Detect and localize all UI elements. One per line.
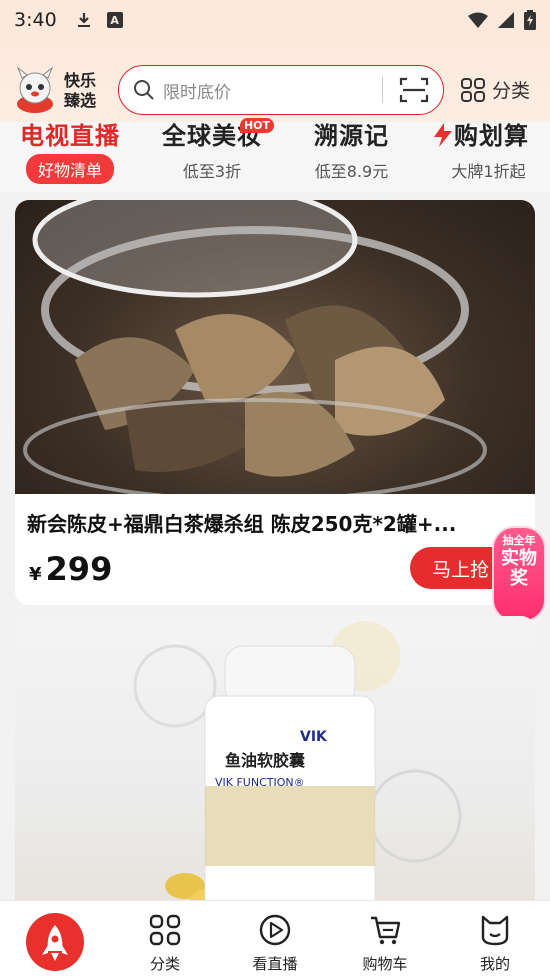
status-bar: 3:40 A: [0, 0, 550, 40]
prize-badge-top: 抽全年: [502, 534, 536, 547]
status-time: 3:40: [14, 9, 57, 31]
product-image[interactable]: VIK 鱼油软胶囊 VIK FUNCTION®: [15, 616, 535, 916]
category-label: 分类: [492, 80, 531, 102]
notification-a-icon: A: [106, 12, 123, 28]
scan-icon[interactable]: [399, 76, 429, 104]
category-button[interactable]: 分类: [460, 76, 530, 103]
channel-tv-live[interactable]: 电视直播 好物清单: [20, 122, 120, 184]
app-logo[interactable]: 快乐臻选: [10, 66, 104, 116]
search-icon: [134, 80, 154, 100]
nav-profile[interactable]: 我的: [440, 901, 550, 979]
channel-title: 购划算: [432, 122, 529, 150]
channel-sub: 低至8.9元: [314, 162, 389, 181]
package-name: 鱼油软胶囊: [225, 751, 306, 770]
nav-label: 分类: [149, 955, 180, 973]
grid-icon: [149, 914, 181, 946]
hot-badge: HOT: [239, 118, 274, 133]
product-image[interactable]: [15, 200, 535, 494]
nav-category[interactable]: 分类: [110, 901, 220, 979]
battery-icon: [524, 10, 536, 30]
package-brand: VIK: [300, 729, 328, 745]
price-row: ¥ 299: [29, 550, 112, 588]
jar-of-tangerine-peel-icon: [23, 200, 487, 494]
product-card[interactable]: VIK 鱼油软胶囊 VIK FUNCTION®: [15, 616, 535, 916]
channel-sub: 好物清单: [25, 154, 114, 184]
channel-title: 电视直播: [20, 122, 120, 150]
nav-home[interactable]: [26, 913, 84, 971]
product-card[interactable]: 新会陈皮+福鼎白茶爆杀组 陈皮250克*2罐+... ¥ 299 马上抢: [15, 200, 535, 605]
bolt-icon: [434, 123, 452, 147]
channel-sub: 大牌1折起: [451, 162, 526, 181]
search-divider: [382, 77, 383, 103]
wifi-icon: [468, 12, 488, 28]
search-placeholder: 限时底价: [163, 82, 231, 103]
channel-bargain[interactable]: 购划算 大牌1折起: [432, 122, 529, 182]
channel-sub: 低至3折: [182, 162, 242, 181]
channel-title: 溯源记: [314, 122, 389, 150]
nav-live[interactable]: 看直播: [220, 901, 330, 979]
search-box[interactable]: 限时底价: [118, 65, 444, 115]
channel-row: 电视直播 好物清单 全球美妆 HOT 低至3折 溯源记 低至8.9元 购划算 大…: [0, 118, 550, 192]
package-sub: VIK FUNCTION®: [215, 776, 305, 789]
cat-face-icon: [481, 915, 509, 946]
signal-icon: [498, 12, 514, 28]
nav-cart[interactable]: 购物车: [330, 901, 440, 979]
play-icon: [259, 914, 291, 946]
rocket-icon: [42, 925, 68, 961]
product-title: 新会陈皮+福鼎白茶爆杀组 陈皮250克*2罐+...: [27, 512, 457, 536]
nav-label: 我的: [479, 955, 510, 973]
channel-global-beauty[interactable]: 全球美妆 HOT 低至3折: [162, 118, 274, 182]
channel-title-text: 购划算: [454, 122, 529, 150]
prize-badge-main: 实物奖: [501, 548, 537, 589]
fish-oil-bottle-image: VIK 鱼油软胶囊 VIK FUNCTION®: [133, 621, 462, 916]
cart-icon: [371, 916, 401, 945]
mascot-logo-icon: [16, 66, 54, 113]
nav-label: 看直播: [252, 955, 298, 973]
nav-label: 购物车: [362, 955, 408, 973]
currency-symbol: ¥: [29, 564, 42, 585]
channel-origin[interactable]: 溯源记 低至8.9元: [314, 122, 389, 182]
app-header: 快乐臻选 限时底价 分类: [0, 40, 550, 130]
logo-text: 快乐臻选: [64, 71, 97, 110]
grid-icon: [461, 77, 485, 102]
prize-badge[interactable]: 抽全年 实物奖: [492, 526, 546, 622]
download-icon: [77, 13, 90, 27]
bottom-nav: 分类 看直播 购物车 我的: [0, 900, 550, 979]
product-price: 299: [45, 550, 113, 588]
